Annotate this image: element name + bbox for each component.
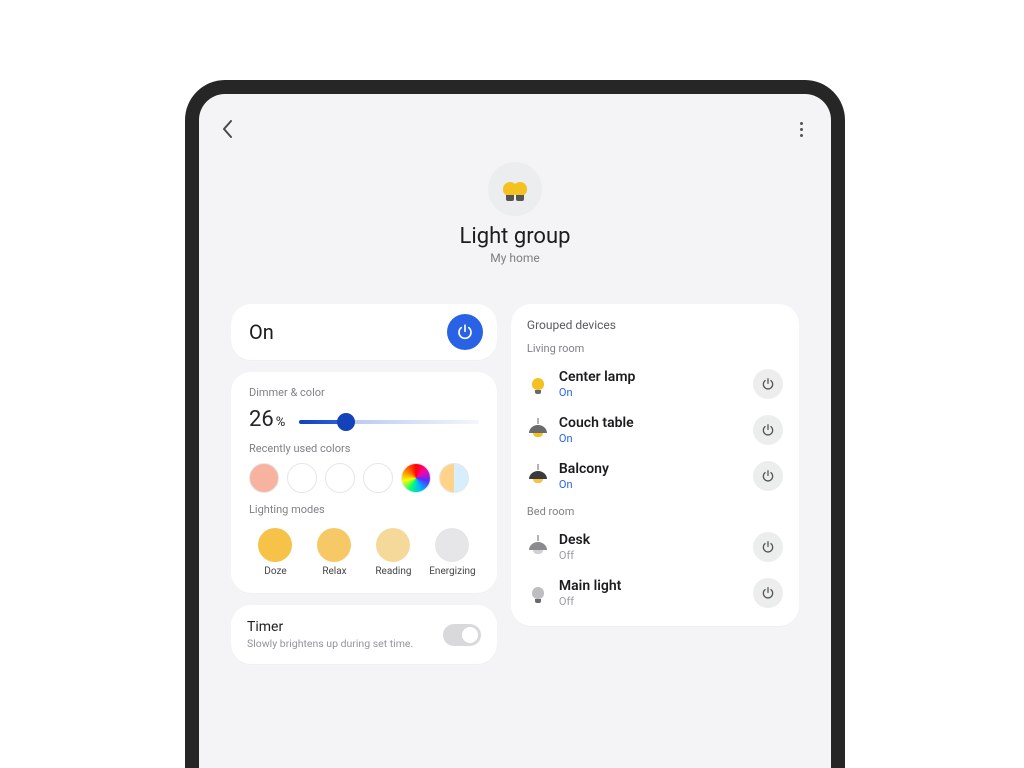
power-state-label: On <box>249 320 274 344</box>
mode-doze[interactable]: Doze <box>249 524 302 577</box>
dimmer-card: Dimmer & color 26% Recently used colors … <box>231 372 497 593</box>
device-state: On <box>559 478 743 491</box>
device-state: Off <box>559 595 743 608</box>
light-group-icon <box>488 162 542 216</box>
mode-label: Energizing <box>426 566 479 577</box>
dimmer-slider-thumb[interactable] <box>337 413 355 431</box>
device-name: Center lamp <box>559 369 743 385</box>
color-swatch-empty3[interactable] <box>363 463 393 493</box>
device-power-button[interactable] <box>753 369 783 399</box>
device-power-button[interactable] <box>753 461 783 491</box>
tablet-frame: Light group My home On Dimmer & color <box>185 80 845 768</box>
bulb-off-icon <box>527 582 549 604</box>
mode-label: Relax <box>308 566 361 577</box>
back-button[interactable] <box>221 118 235 140</box>
mode-reading[interactable]: Reading <box>367 524 420 577</box>
device-row[interactable]: Couch tableOn <box>527 407 783 453</box>
pendant-warm-icon <box>527 465 549 487</box>
power-toggle-button[interactable] <box>447 314 483 350</box>
mode-label: Reading <box>367 566 420 577</box>
mode-circle-icon <box>317 528 351 562</box>
device-row[interactable]: BalconyOn <box>527 453 783 499</box>
timer-toggle[interactable] <box>443 624 481 646</box>
dimmer-slider[interactable] <box>299 415 479 429</box>
pendant-on-icon <box>527 419 549 441</box>
pendant-off-icon <box>527 536 549 558</box>
device-power-button[interactable] <box>753 532 783 562</box>
color-swatch-empty1[interactable] <box>287 463 317 493</box>
mode-energizing[interactable]: Energizing <box>426 524 479 577</box>
mode-relax[interactable]: Relax <box>308 524 361 577</box>
device-row[interactable]: DeskOff <box>527 524 783 570</box>
dimmer-label: Dimmer & color <box>249 386 479 399</box>
bulb-on-icon <box>527 373 549 395</box>
timer-title: Timer <box>247 619 413 635</box>
mode-label: Doze <box>249 566 302 577</box>
device-name: Balcony <box>559 461 743 477</box>
device-name: Main light <box>559 578 743 594</box>
modes-label: Lighting modes <box>249 503 479 516</box>
color-swatch-peach[interactable] <box>249 463 279 493</box>
devices-header: Grouped devices <box>527 318 783 332</box>
device-power-button[interactable] <box>753 578 783 608</box>
timer-subtitle: Slowly brightens up during set time. <box>247 637 413 650</box>
color-swatch-empty2[interactable] <box>325 463 355 493</box>
device-state: On <box>559 432 743 445</box>
devices-card: Grouped devices Living roomCenter lampOn… <box>511 304 799 626</box>
room-label: Bed room <box>527 505 783 518</box>
device-state: Off <box>559 549 743 562</box>
device-name: Desk <box>559 532 743 548</box>
device-name: Couch table <box>559 415 743 431</box>
room-label: Living room <box>527 342 783 355</box>
recent-colors-label: Recently used colors <box>249 442 479 455</box>
color-swatch-rainbow[interactable] <box>401 463 431 493</box>
device-state: On <box>559 386 743 399</box>
page-subtitle: My home <box>199 251 831 265</box>
dimmer-unit: % <box>276 415 286 430</box>
device-row[interactable]: Main lightOff <box>527 570 783 616</box>
mode-circle-icon <box>435 528 469 562</box>
dimmer-value: 26 <box>249 407 274 432</box>
device-power-button[interactable] <box>753 415 783 445</box>
color-swatch-warmcool[interactable] <box>439 463 469 493</box>
mode-circle-icon <box>258 528 292 562</box>
timer-card: Timer Slowly brightens up during set tim… <box>231 605 497 664</box>
power-card: On <box>231 304 497 360</box>
more-menu-button[interactable] <box>793 122 809 137</box>
mode-circle-icon <box>376 528 410 562</box>
page-title: Light group <box>199 224 831 249</box>
device-row[interactable]: Center lampOn <box>527 361 783 407</box>
